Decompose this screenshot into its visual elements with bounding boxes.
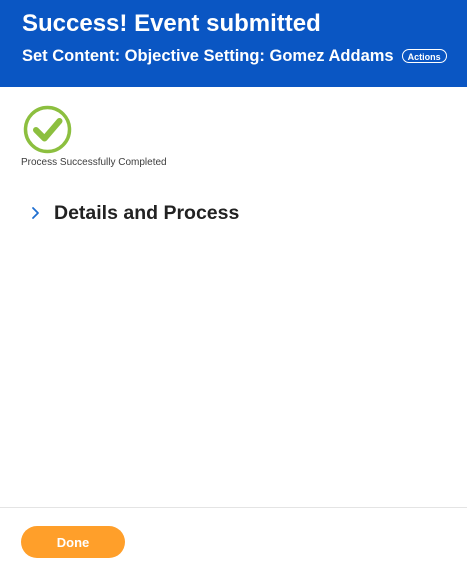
check-circle-icon bbox=[23, 105, 72, 154]
details-and-process-toggle[interactable]: Details and Process bbox=[29, 200, 239, 226]
page-title: Success! Event submitted bbox=[22, 10, 321, 37]
done-button[interactable]: Done bbox=[21, 526, 125, 558]
actions-button[interactable]: Actions bbox=[401, 49, 447, 63]
footer-bar: Done bbox=[0, 507, 467, 567]
subtitle-row: Set Content: Objective Setting: Gomez Ad… bbox=[22, 45, 447, 67]
status-text: Process Successfully Completed bbox=[21, 157, 167, 168]
page-header: Success! Event submitted Set Content: Ob… bbox=[0, 0, 467, 87]
chevron-right-icon bbox=[29, 206, 43, 220]
details-and-process-label: Details and Process bbox=[54, 202, 240, 224]
page-subtitle: Set Content: Objective Setting: Gomez Ad… bbox=[22, 47, 394, 65]
